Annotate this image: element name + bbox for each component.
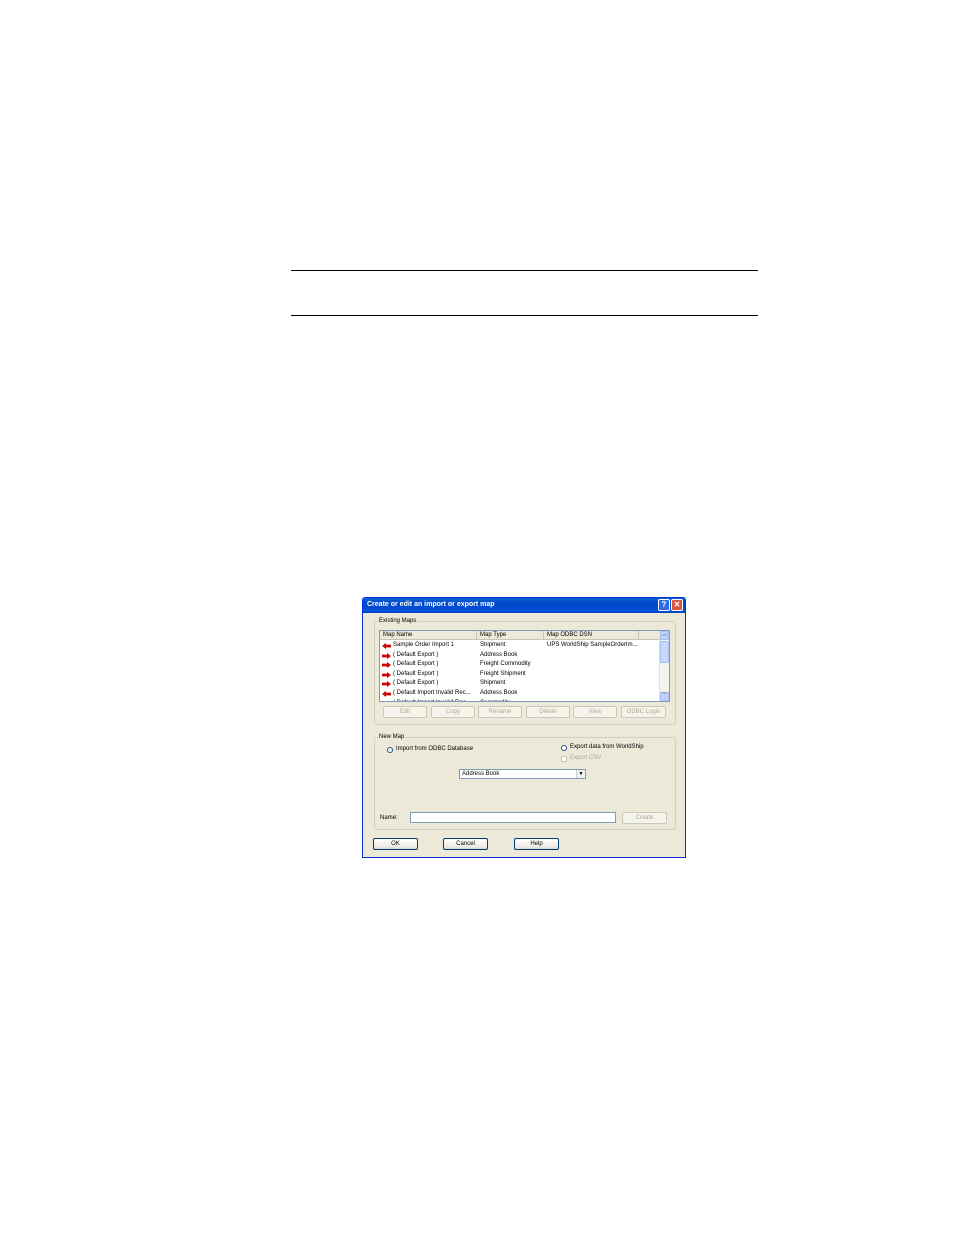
name-input[interactable] [410, 812, 616, 823]
bottom-rule [291, 315, 758, 316]
list-item[interactable]: ( Default Export ) Address Book [380, 651, 659, 661]
existing-maps-legend: Existing Maps [379, 618, 417, 624]
chevron-down-icon[interactable]: ▼ [576, 770, 585, 778]
import-arrow-icon [382, 643, 391, 649]
column-map-name[interactable]: Map Name [380, 631, 477, 640]
cancel-button[interactable]: Cancel [443, 838, 488, 850]
map-dialog: Create or edit an import or export map ?… [362, 597, 686, 858]
export-arrow-icon [382, 662, 391, 669]
column-map-dsn[interactable]: Map ODBC DSN [544, 631, 639, 640]
edit-button[interactable]: Edit [383, 706, 427, 718]
import-arrow-icon [385, 700, 386, 701]
view-button[interactable]: View [573, 706, 617, 718]
import-odbc-radio[interactable] [387, 747, 393, 753]
window-title: Create or edit an import or export map [367, 601, 495, 608]
scroll-up-icon[interactable]: ︿ [660, 631, 669, 640]
export-worldship-label: Export data from WorldShip [570, 744, 644, 750]
map-type-select[interactable]: Address Book ▼ [459, 769, 586, 779]
odbc-login-button[interactable]: ODBC Login [621, 706, 666, 718]
map-type-cell: Address Book [480, 651, 518, 658]
export-worldship-radio[interactable] [561, 745, 567, 751]
map-type-cell: Freight Commodity [480, 661, 531, 668]
maps-list-header: Map Name Map Type Map ODBC DSN [380, 631, 661, 640]
list-item[interactable]: Sample Order Import 1 Shipment UPS WorldSh… [380, 641, 659, 651]
maps-list-scrollbar[interactable]: ︿ ﹀ [659, 631, 669, 701]
list-item[interactable]: ( Default Export ) Shipment [380, 679, 659, 689]
export-arrow-icon [382, 652, 391, 659]
map-dsn-cell: UPS WorldShip SampleOrderIm... [547, 642, 638, 648]
export-csv-label: Export CSV [570, 755, 602, 761]
list-item[interactable]: ( Default Import Invalid Rec... Address B… [380, 689, 659, 699]
create-button[interactable]: Create [622, 812, 667, 824]
list-item[interactable]: ( Default Export ) Freight Shipment [380, 670, 659, 680]
maps-list-rows: Sample Order Import 1 Shipment UPS WorldSh… [380, 641, 659, 701]
map-type-value: Address Book [462, 771, 500, 777]
help-button[interactable]: Help [514, 838, 559, 850]
new-map-legend: New Map [379, 734, 405, 740]
title-bar[interactable]: Create or edit an import or export map ?… [363, 598, 685, 613]
map-type-cell: Shipment [480, 680, 506, 687]
ok-button[interactable]: OK [373, 838, 418, 850]
column-map-type[interactable]: Map Type [477, 631, 544, 640]
close-icon[interactable]: ✕ [671, 599, 683, 611]
list-item[interactable]: ( Default Import Invalid Rec... Commodity [380, 699, 659, 701]
top-rule [291, 270, 758, 271]
scroll-thumb[interactable] [660, 641, 669, 663]
column-spacer [639, 631, 661, 640]
import-odbc-label: Import from ODBC Database [396, 746, 474, 752]
help-icon[interactable]: ? [658, 599, 670, 611]
copy-button[interactable]: Copy [431, 706, 475, 718]
map-type-cell: Freight Shipment [480, 670, 526, 677]
map-type-cell: Address Book [480, 689, 518, 696]
list-item[interactable]: ( Default Export ) Freight Commodity [380, 660, 659, 670]
rename-button[interactable]: Rename [478, 706, 522, 718]
map-name-cell: ( Default Export ) [393, 670, 439, 677]
export-arrow-icon [382, 681, 391, 688]
map-name-cell: ( Default Export ) [393, 651, 439, 658]
map-name-cell: Sample Order Import 1 [393, 642, 455, 648]
maps-list[interactable]: Map Name Map Type Map ODBC DSN Sample Or… [379, 630, 670, 702]
map-type-cell: Commodity [480, 699, 544, 701]
import-arrow-icon [382, 690, 391, 697]
map-name-cell: ( Default Import Invalid Rec... [393, 699, 476, 701]
scroll-down-icon[interactable]: ﹀ [660, 692, 669, 701]
map-name-cell: ( Default Export ) [393, 680, 439, 687]
map-type-cell: Shipment [480, 642, 506, 648]
map-name-cell: ( Default Import Invalid Rec... [393, 689, 471, 696]
name-label: Name: [380, 815, 398, 821]
delete-button[interactable]: Delete [526, 706, 570, 718]
map-name-cell: ( Default Export ) [393, 661, 439, 668]
export-arrow-icon [382, 671, 391, 678]
export-csv-checkbox[interactable] [561, 756, 567, 762]
